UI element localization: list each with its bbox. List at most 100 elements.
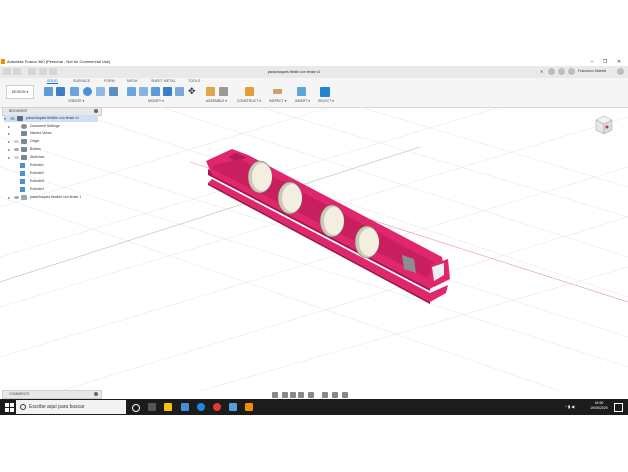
maximize-button[interactable]: ❐ [599,58,611,66]
measure-icon[interactable] [273,89,282,94]
body-icon [20,171,25,176]
collapse-arrow-icon[interactable]: ▾ [4,116,6,121]
comments-panel-header[interactable]: COMMENTS [2,390,102,399]
file-explorer-icon[interactable] [164,403,172,411]
extensions-icon[interactable] [558,68,565,75]
expand-arrow-icon[interactable]: ▸ [8,131,10,136]
insert-group-label[interactable]: INSERT ▾ [295,99,310,103]
windows-start-icon[interactable] [5,403,14,412]
folder-icon [21,155,27,160]
job-status-icon[interactable] [568,68,575,75]
extrude-icon[interactable] [70,87,79,96]
pan-icon[interactable] [290,392,296,398]
edge-icon[interactable] [197,403,205,411]
viewcube-icon[interactable] [594,114,614,136]
minimize-button[interactable]: – [586,58,598,66]
system-tray-icons[interactable]: ^ ▮ ◀ [565,404,583,409]
expand-arrow-icon[interactable]: ▸ [8,155,10,160]
user-name[interactable]: Francisco Mabels [578,69,606,73]
add-tab-icon[interactable] [548,68,555,75]
search-placeholder: Escribe aquí para buscar [29,404,85,410]
construct-group-label[interactable]: CONSTRUCT ▾ [237,99,261,103]
tab-tools[interactable]: TOOLS [188,79,200,83]
grid-menu-icon[interactable] [3,68,11,75]
modify-group-label[interactable]: MODIFY ▾ [148,99,164,103]
close-tab-icon[interactable]: ✕ [540,69,543,74]
browser-item-extrude4[interactable]: Extrude4 [8,186,100,193]
visibility-eye-icon[interactable] [10,117,15,120]
browser-item-extrude3[interactable]: Extrude3 [8,178,100,185]
tab-sheet-metal[interactable]: SHEET METAL [151,79,176,83]
expand-arrow-icon[interactable]: ▸ [8,124,10,129]
display-settings-icon[interactable] [322,392,328,398]
notifications-icon[interactable] [614,403,623,412]
browser-item-bodies[interactable]: ▸ Bodies [8,146,100,153]
design-workspace-button[interactable]: DESIGN ▾ [6,85,34,99]
tab-form[interactable]: FORM [104,79,115,83]
combine-icon[interactable] [163,87,172,96]
new-component-assemble-icon[interactable] [206,87,215,96]
joint-icon[interactable] [219,87,228,96]
fillet-icon[interactable] [139,87,148,96]
add-comment-icon[interactable] [94,392,98,396]
browser-item-sketches[interactable]: ▸ Sketches [8,154,100,161]
orbit-icon[interactable] [272,392,278,398]
pin-icon[interactable] [94,109,98,113]
grid-settings-icon[interactable] [332,392,338,398]
assemble-group-label[interactable]: ASSEMBLE ▾ [206,99,227,103]
press-pull-icon[interactable] [127,87,136,96]
fit-icon[interactable] [308,392,314,398]
undo-icon[interactable] [39,68,47,75]
visibility-eye-icon[interactable] [14,140,19,143]
browser-item-named-views[interactable]: ▸ Named Views [8,130,100,137]
cortana-icon[interactable] [132,404,140,412]
shell-icon[interactable] [151,87,160,96]
look-at-icon[interactable] [282,392,288,398]
task-view-icon[interactable] [148,403,156,411]
store-icon[interactable] [181,403,189,411]
fusion-360-taskbar-icon[interactable] [245,403,253,411]
select-group-label[interactable]: SELECT ▾ [318,99,334,103]
browser-item-origin[interactable]: ▸ Origin [8,138,100,145]
taskbar-search-box[interactable]: Escribe aquí para buscar [16,400,126,414]
inspect-group-label[interactable]: INSPECT ▾ [269,99,286,103]
create-group-label[interactable]: CREATE ▾ [68,99,84,103]
close-button[interactable]: ✕ [613,58,625,66]
file-menu-icon[interactable] [13,68,21,75]
visibility-eye-icon[interactable] [14,196,19,199]
chrome-icon[interactable] [213,403,221,411]
insert-image-icon[interactable] [297,87,306,96]
browser-item-extrude1[interactable]: Extrude1 [8,162,100,169]
tab-mesh[interactable]: MESH [127,79,137,83]
help-icon[interactable] [617,68,624,75]
document-tab[interactable]: parachoques flexibi con fense v1 [268,68,330,76]
expand-arrow-icon[interactable]: ▸ [8,139,10,144]
browser-item-document-settings[interactable]: ▸ Document Settings [8,123,100,130]
mail-icon[interactable] [229,403,237,411]
create-sketch-icon[interactable] [56,87,65,96]
browser-item-label: Extrude1 [30,163,45,167]
tab-solid[interactable]: SOLID [47,79,58,84]
visibility-eye-icon[interactable] [14,148,19,151]
hole-icon[interactable] [96,87,105,96]
expand-arrow-icon[interactable]: ▸ [8,147,10,152]
revolve-icon[interactable] [83,87,92,96]
expand-arrow-icon[interactable]: ▸ [8,195,10,200]
redo-icon[interactable] [49,68,57,75]
visibility-eye-icon[interactable] [14,156,19,159]
viewports-icon[interactable] [342,392,348,398]
browser-item-extrude2[interactable]: Extrude2 [8,170,100,177]
move-icon[interactable]: ✥ [188,87,197,96]
taskbar-clock[interactable]: 16:50 19/05/2020 [586,401,612,411]
save-icon[interactable] [28,68,36,75]
new-component-icon[interactable] [44,87,53,96]
scale-icon[interactable] [175,87,184,96]
browser-item-component[interactable]: ▸ parachoques flexible con fense 1 [8,194,100,201]
bumper-model[interactable] [206,149,450,304]
offset-plane-icon[interactable] [245,87,254,96]
tab-surface[interactable]: SURFACE [73,79,90,83]
pattern-icon[interactable] [109,87,118,96]
zoom-icon[interactable] [298,392,304,398]
browser-root-item[interactable]: ▾ parachoques flexible con fense v1 [4,115,98,122]
select-icon[interactable] [320,87,330,97]
